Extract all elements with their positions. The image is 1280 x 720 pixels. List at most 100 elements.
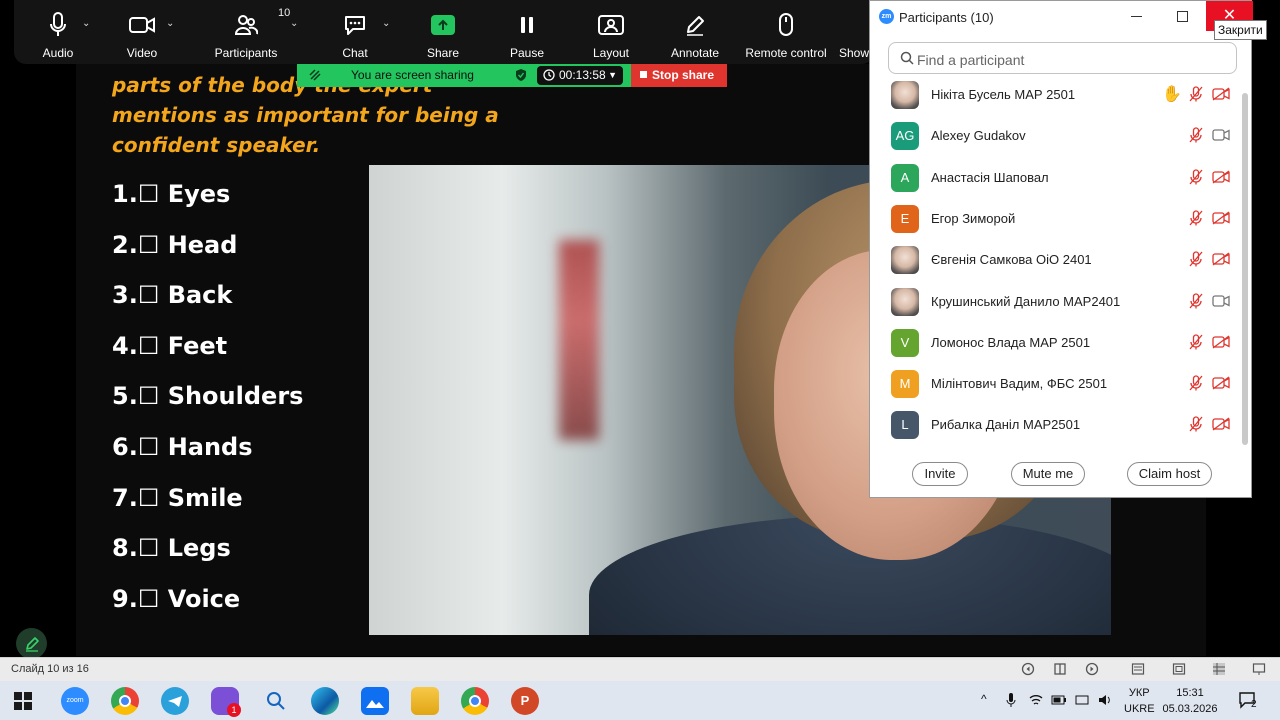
participant-row[interactable]: Крушинський Данило МАР2401 [870,281,1240,322]
screen-sharing-status: You are screen sharing [351,68,474,82]
photos-app-icon[interactable] [361,687,389,715]
participant-name: Егор Зиморой [931,210,1016,226]
previous-slide-icon[interactable] [1021,662,1035,676]
muted-microphone-icon[interactable] [1188,416,1204,432]
remote-control-label: Remote control [745,46,827,60]
participant-row[interactable]: AG Alexey Gudakov [870,115,1240,156]
zoom-app-icon[interactable]: zoom [61,687,89,715]
edge-app-icon[interactable] [311,687,339,715]
chevron-up-icon[interactable]: ^ [981,692,987,706]
participants-chevron-icon[interactable]: ⌄ [290,18,298,29]
presentation-statusbar: Слайд 10 из 16 [0,657,1280,681]
pause-label: Pause [509,46,545,60]
audio-label: Audio [42,46,74,60]
screen-sharing-bar[interactable]: You are screen sharing 00:13:58 ▼ [297,64,631,87]
remote-control-button[interactable]: Remote control [742,0,830,64]
slide-heading-line: confident speaker. [112,133,321,157]
sharing-timer[interactable]: 00:13:58 ▼ [537,66,623,85]
drag-handle-icon[interactable] [309,69,321,81]
slideshow-view-icon[interactable] [1252,662,1266,676]
chevron-down-icon[interactable]: ▼ [608,66,617,85]
participant-row[interactable]: E Егор Зиморой [870,198,1240,239]
muted-microphone-icon[interactable] [1188,292,1204,309]
participant-name: Крушинський Данило МАР2401 [931,293,1121,309]
camera-off-icon[interactable] [1212,170,1230,184]
camera-off-icon[interactable] [1212,335,1230,349]
camera-icon[interactable] [1212,128,1230,142]
share-button[interactable]: Share [418,0,468,64]
participant-row[interactable]: M Мілінтович Вадим, ФБС 2501 [870,363,1240,404]
checklist: 1.☐ Eyes 2.☐ Head 3.☐ Back 4.☐ Feet 5.☐ … [112,176,303,631]
video-chevron-icon[interactable]: ⌄ [166,18,174,29]
muted-microphone-icon[interactable] [1188,168,1204,185]
participants-titlebar[interactable]: zm Participants (10) ✕ [870,1,1253,33]
stop-share-button[interactable]: Stop share [631,64,727,87]
windows-start-icon[interactable] [14,692,32,710]
wifi-icon[interactable] [1029,693,1043,707]
audio-button[interactable]: Audio [34,0,82,64]
participant-search-input[interactable]: Find a participant [888,42,1237,74]
participant-name: Рибалка Даніл МАР2501 [931,417,1081,433]
claim-host-button[interactable]: Claim host [1127,462,1212,486]
microphone-tray-icon[interactable] [1006,692,1016,708]
annotate-button[interactable]: Annotate [664,0,726,64]
next-slide-icon[interactable] [1085,662,1099,676]
participant-row[interactable]: Євгенія Самкова ОіО 2401 [870,239,1240,280]
muted-microphone-icon[interactable] [1188,334,1204,350]
viber-app-icon[interactable]: 1 [211,687,241,717]
muted-microphone-icon[interactable] [1188,375,1204,391]
chat-button[interactable]: Chat [330,0,380,64]
avatar [891,81,919,109]
system-clock[interactable]: 15:31 05.03.2026 [1160,685,1220,717]
participants-count: 10 [278,7,291,19]
telegram-app-icon[interactable] [161,687,189,715]
muted-microphone-icon[interactable] [1188,210,1204,226]
annotate-pen-button[interactable] [16,628,47,659]
participant-row[interactable]: L Рибалка Даніл МАР2501 [870,404,1240,445]
keyboard-icon[interactable] [1075,693,1089,707]
annotate-label: Annotate [670,46,720,60]
participants-button[interactable]: Participants [210,0,282,64]
file-explorer-icon[interactable] [411,687,439,715]
pencil-icon [664,10,726,40]
input-language-indicator[interactable]: УКР UKRE [1124,685,1155,717]
slide-sorter-icon[interactable] [1053,662,1067,676]
normal-view-icon[interactable] [1131,662,1145,676]
participant-row[interactable]: Нікіта Бусель МАР 2501 ✋ [870,74,1240,115]
reading-view-icon[interactable] [1172,662,1186,676]
volume-icon[interactable] [1098,693,1112,707]
camera-off-icon[interactable] [1212,211,1230,225]
minimize-button[interactable] [1115,5,1159,29]
chrome-profile-app-icon[interactable] [461,687,489,715]
grid-view-icon[interactable] [1212,662,1226,676]
battery-icon[interactable] [1051,694,1067,706]
participant-list-scrollbar[interactable] [1242,93,1248,445]
layout-button[interactable]: Layout [586,0,636,64]
camera-off-icon[interactable] [1212,417,1230,431]
chrome-app-icon[interactable] [111,687,139,715]
participant-name: Нікіта Бусель МАР 2501 [931,87,1076,102]
share-label: Share [426,46,460,60]
search-taskbar-icon[interactable] [266,691,286,711]
participant-row[interactable]: V Ломонос Влада МАР 2501 [870,322,1240,363]
show-button[interactable]: Show [836,0,870,64]
invite-button[interactable]: Invite [912,462,968,486]
participant-row[interactable]: A Анастасія Шаповал [870,157,1240,198]
muted-microphone-icon[interactable] [1188,86,1204,102]
video-button[interactable]: Video [118,0,166,64]
camera-off-icon[interactable] [1212,252,1230,266]
pause-button[interactable]: Pause [502,0,552,64]
mute-me-button[interactable]: Mute me [1011,462,1085,486]
camera-icon[interactable] [1212,294,1230,308]
muted-microphone-icon[interactable] [1188,251,1204,267]
checklist-item: 1.☐ Eyes [112,180,231,208]
audio-chevron-icon[interactable]: ⌄ [82,18,90,29]
camera-off-icon[interactable] [1212,376,1230,390]
camera-off-icon[interactable] [1212,87,1230,101]
muted-microphone-icon[interactable] [1188,127,1204,143]
maximize-button[interactable] [1160,5,1204,29]
powerpoint-app-icon[interactable]: P [511,687,539,715]
clock-icon [543,69,555,81]
shield-icon [516,69,526,81]
chat-chevron-icon[interactable]: ⌄ [382,18,390,29]
